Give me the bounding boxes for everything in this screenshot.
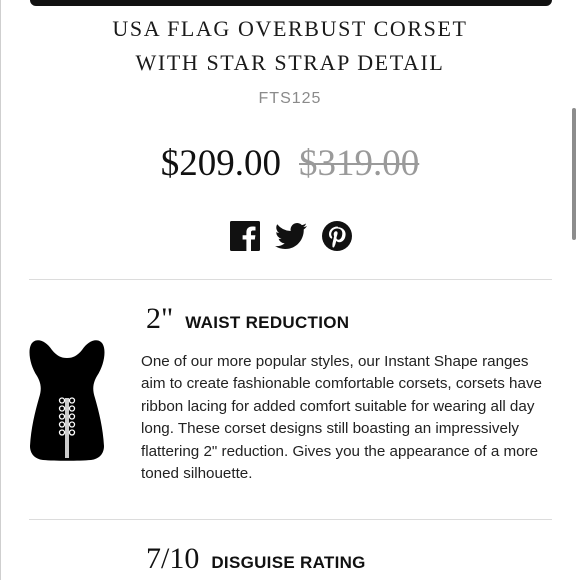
twitter-icon[interactable] — [275, 220, 307, 252]
feature-number: 2" — [146, 302, 174, 335]
sale-price: $209.00 — [160, 143, 281, 184]
compare-at-price: $319.00 — [299, 143, 420, 184]
section-divider — [29, 279, 552, 280]
product-title-line-2: WITH STAR STRAP DETAIL — [135, 50, 445, 75]
product-title-line-1: USA FLAG OVERBUST CORSET — [112, 16, 468, 41]
add-to-cart-bar-edge[interactable] — [30, 0, 552, 6]
scrollbar-thumb[interactable] — [572, 108, 576, 240]
product-title: USA FLAG OVERBUST CORSET WITH STAR STRAP… — [40, 12, 540, 80]
feature-heading-disguise-rating: 7/10 DISGUISE RATING — [146, 542, 366, 576]
feature-heading-waist-reduction: 2" WAIST REDUCTION — [146, 302, 349, 336]
share-buttons — [229, 219, 353, 253]
product-sku: FTS125 — [258, 90, 322, 107]
feature-label: DISGUISE RATING — [211, 553, 366, 572]
pinterest-icon[interactable] — [321, 220, 353, 252]
section-divider — [29, 519, 552, 520]
feature-number: 7/10 — [146, 542, 200, 575]
feature-label: WAIST REDUCTION — [185, 313, 350, 332]
price-row: $209.00 $319.00 — [40, 140, 540, 188]
corset-icon — [29, 340, 105, 461]
feature-description: One of our more popular styles, our Inst… — [141, 353, 542, 483]
left-border — [0, 0, 1, 580]
facebook-icon[interactable] — [229, 220, 261, 252]
